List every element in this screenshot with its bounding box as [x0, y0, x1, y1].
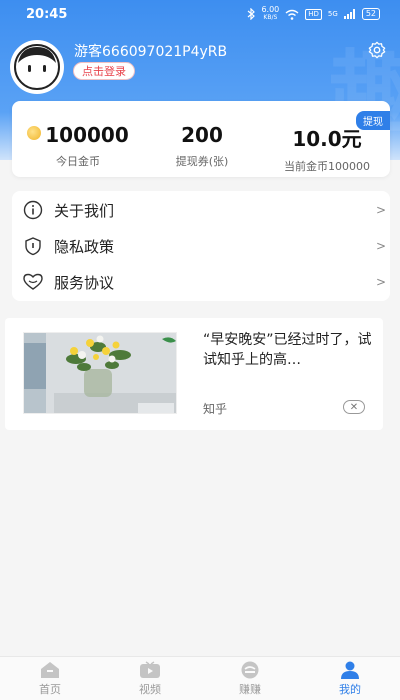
menu-card: 关于我们 > 隐私政策 > 服务协议 > [12, 191, 390, 301]
wifi-icon [285, 9, 299, 20]
nav-item-label: 视频 [139, 682, 161, 696]
nav-item-video[interactable]: 视频 [100, 657, 200, 700]
video-icon [140, 660, 160, 678]
info-icon [22, 199, 44, 221]
chevron-right-icon: > [375, 275, 386, 289]
net-speed: 6.00 KB/S [261, 5, 280, 22]
battery-indicator: 52 [361, 8, 380, 20]
bottom-nav: 首页 视频 赚赚 我的 [0, 656, 400, 700]
bluetooth-icon [248, 8, 256, 20]
ad-image[interactable] [23, 332, 177, 414]
stat-vouchers-label: 提现券(张) [175, 155, 229, 168]
user-icon [341, 661, 359, 679]
stat-coins-today-value: 100000 [18, 123, 138, 147]
avatar-face-icon [14, 44, 60, 90]
nav-item-label: 我的 [339, 682, 361, 696]
flower-vase-image [24, 333, 176, 413]
stat-balance-label: 当前金币100000 [284, 160, 370, 173]
stat-vouchers[interactable]: 200 提现券(张) [152, 123, 252, 169]
avatar[interactable] [10, 40, 64, 94]
chevron-right-icon: > [375, 239, 386, 253]
menu-item-label: 隐私政策 [54, 237, 115, 256]
earn-icon [241, 661, 259, 678]
nav-item-mine[interactable]: 我的 [300, 657, 400, 700]
nav-item-label: 首页 [39, 682, 61, 696]
ad-source: 知乎 [203, 402, 228, 416]
shield-icon [22, 235, 44, 257]
stat-balance-value: 10.0元 [292, 127, 362, 151]
stat-coins-today-label: 今日金币 [56, 155, 100, 168]
nav-item-home[interactable]: 首页 [0, 657, 100, 700]
nav-item-label: 赚赚 [239, 682, 261, 696]
menu-item-about[interactable]: 关于我们 > [12, 192, 390, 228]
menu-item-terms[interactable]: 服务协议 > [12, 264, 390, 300]
nav-item-earn[interactable]: 赚赚 [200, 657, 300, 700]
menu-item-privacy[interactable]: 隐私政策 > [12, 228, 390, 264]
signal-label: 5G [327, 10, 338, 18]
settings-gear-icon[interactable] [368, 41, 386, 59]
status-icons: 6.00 KB/S HD 5G 52 [247, 6, 380, 22]
ad-title[interactable]: “早安晚安”已经过时了，试试知乎上的高… [203, 330, 373, 370]
hd-badge: HD [305, 8, 322, 20]
login-button[interactable]: 点击登录 [73, 62, 135, 80]
status-time: 20:45 [26, 6, 68, 22]
stat-coins-today[interactable]: 100000 今日金币 [18, 123, 138, 169]
username: 游客666097021P4yRB [74, 44, 228, 60]
chevron-right-icon: > [375, 203, 386, 217]
stats-card: 提现 100000 今日金币 200 提现券(张) 10.0元 当前金币1000… [12, 101, 390, 177]
stat-vouchers-value: 200 [181, 123, 223, 147]
heart-icon [22, 271, 44, 293]
stat-balance[interactable]: 10.0元 当前金币100000 [268, 123, 386, 174]
ad-card[interactable]: “早安晚安”已经过时了，试试知乎上的高… 知乎 ✕ [5, 318, 383, 430]
menu-item-label: 关于我们 [54, 201, 115, 220]
coin-icon [27, 126, 42, 140]
status-bar: 20:45 6.00 KB/S HD 5G 52 [0, 0, 400, 28]
home-icon [41, 661, 59, 678]
signal-icon [343, 9, 355, 19]
ad-close-icon[interactable]: ✕ [343, 400, 365, 414]
menu-item-label: 服务协议 [54, 273, 115, 292]
